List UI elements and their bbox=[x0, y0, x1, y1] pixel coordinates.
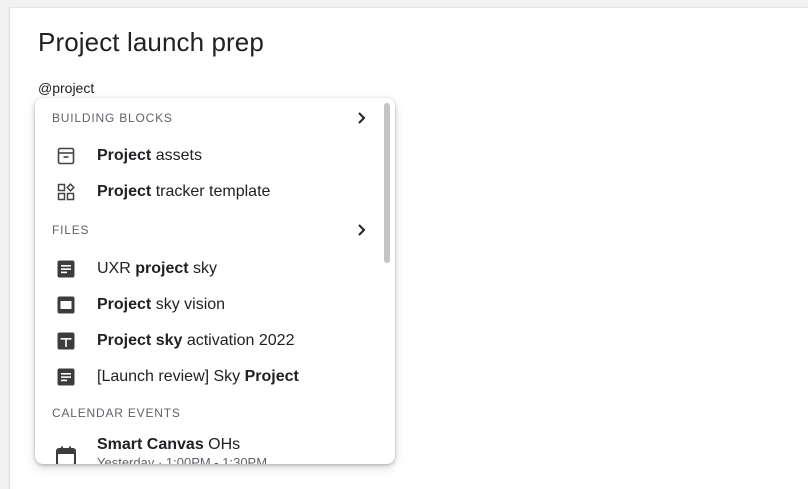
section-label: BUILDING BLOCKS bbox=[52, 111, 173, 125]
suggestion-item[interactable]: Smart Canvas OHs Yesterday · 1:00PM - 1:… bbox=[35, 436, 381, 464]
mention-query-text[interactable]: @project bbox=[38, 80, 94, 96]
section-header-files[interactable]: FILES bbox=[52, 220, 369, 240]
calendar-icon bbox=[56, 446, 76, 464]
docs-icon bbox=[56, 259, 76, 279]
suggestion-label: UXR project sky bbox=[97, 260, 218, 277]
section-header-calendar-events: CALENDAR EVENTS bbox=[52, 403, 369, 423]
popup-scrollbar[interactable] bbox=[384, 103, 390, 263]
document-title[interactable]: Project launch prep bbox=[38, 27, 264, 58]
suggestion-item[interactable]: Project tracker template bbox=[35, 175, 381, 209]
chevron-right-icon[interactable] bbox=[355, 111, 369, 125]
suggestion-item[interactable]: Project sky activation 2022 bbox=[35, 324, 381, 358]
docs-icon bbox=[56, 367, 76, 387]
suggestion-item[interactable]: [Launch review] Sky Project bbox=[35, 360, 381, 394]
section-header-building-blocks[interactable]: BUILDING BLOCKS bbox=[52, 108, 369, 128]
suggestion-item[interactable]: Project assets bbox=[35, 139, 381, 173]
suggestion-label: Project tracker template bbox=[97, 183, 271, 200]
event-time-text: Yesterday · 1:00PM - 1:30PM bbox=[97, 455, 268, 464]
slides-icon bbox=[56, 295, 76, 315]
sheets-icon bbox=[56, 331, 76, 351]
section-label: FILES bbox=[52, 223, 90, 237]
template-grid-icon bbox=[56, 182, 76, 202]
suggestion-label: Project sky vision bbox=[97, 296, 226, 313]
archive-icon bbox=[56, 146, 76, 166]
suggestion-item[interactable]: UXR project sky bbox=[35, 252, 381, 286]
section-label: CALENDAR EVENTS bbox=[52, 406, 181, 420]
suggestion-label: Project assets bbox=[97, 147, 202, 164]
chevron-right-icon[interactable] bbox=[355, 223, 369, 237]
suggestion-label: [Launch review] Sky Project bbox=[97, 368, 299, 385]
suggestion-item[interactable]: Project sky vision bbox=[35, 288, 381, 322]
suggestion-label: Project sky activation 2022 bbox=[97, 332, 295, 349]
suggestion-label: Smart Canvas OHs bbox=[97, 436, 241, 453]
smart-chip-suggestion-popup: BUILDING BLOCKS Project assets Project t… bbox=[35, 98, 395, 464]
